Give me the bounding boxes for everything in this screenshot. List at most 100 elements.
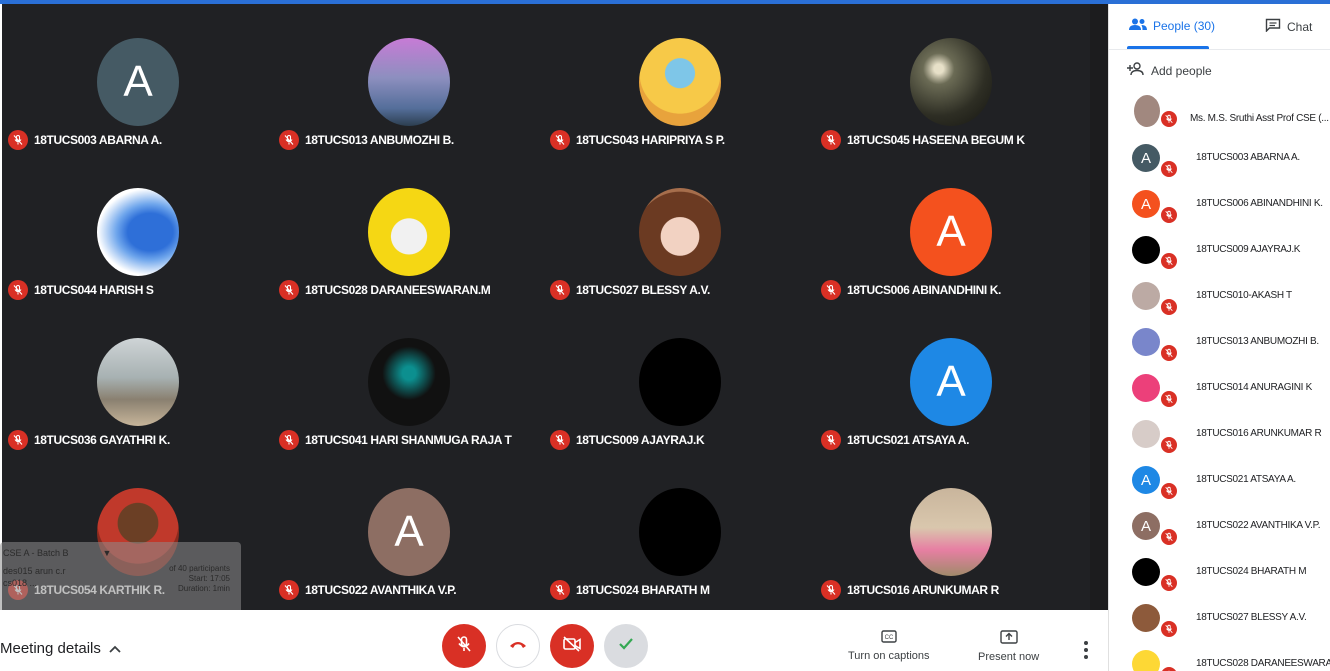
participant-list-item[interactable]: A 18TUCS003 ABARNA A.	[1109, 134, 1330, 180]
mic-muted-icon	[1160, 666, 1178, 671]
tab-people[interactable]: People (30)	[1129, 18, 1215, 33]
participant-name-row: 18TUCS027 BLESSY A.V.	[550, 280, 710, 300]
participant-list-avatar	[1134, 95, 1160, 127]
chevron-down-icon[interactable]: ▼	[103, 548, 112, 558]
participant-avatar	[368, 338, 450, 426]
participant-name-row: 18TUCS003 ABARNA A.	[8, 130, 162, 150]
participant-list-name: Ms. M.S. Sruthi Asst Prof CSE (...	[1190, 113, 1329, 124]
leave-call-button[interactable]	[496, 624, 540, 668]
mic-muted-icon	[821, 280, 841, 300]
participant-tile[interactable]: 18TUCS009 AJAYRAJ.K	[544, 304, 816, 454]
participant-tile[interactable]: 18TUCS013 ANBUMOZHI B.	[273, 4, 545, 154]
mic-muted-icon	[821, 430, 841, 450]
participant-avatar	[639, 38, 721, 126]
participant-avatar	[97, 338, 179, 426]
participant-name-row: 18TUCS044 HARISH S	[8, 280, 154, 300]
tab-chat[interactable]: Chat	[1265, 18, 1312, 35]
captions-button[interactable]: CC Turn on captions	[848, 630, 930, 662]
participant-avatar: A	[910, 338, 992, 426]
participant-list-item[interactable]: Ms. M.S. Sruthi Asst Prof CSE (...	[1109, 92, 1330, 134]
mic-off-button[interactable]	[442, 624, 486, 668]
widget-line-1: des015 arun c.r	[3, 566, 66, 576]
participant-avatar	[910, 38, 992, 126]
participant-list-item[interactable]: 18TUCS024 BHARATH M	[1109, 548, 1330, 594]
participant-tile[interactable]: A 18TUCS021 ATSAYA A.	[815, 304, 1087, 454]
participant-avatar	[97, 188, 179, 276]
mic-muted-icon	[550, 280, 570, 300]
participant-tile[interactable]: 18TUCS024 BHARATH M	[544, 454, 816, 604]
participant-name-row: 18TUCS013 ANBUMOZHI B.	[279, 130, 454, 150]
add-people-button[interactable]: Add people	[1127, 62, 1212, 79]
mic-muted-icon	[1160, 574, 1178, 592]
participant-list-item[interactable]: 18TUCS014 ANURAGINI K	[1109, 364, 1330, 410]
participant-list-item[interactable]: A 18TUCS022 AVANTHIKA V.P.	[1109, 502, 1330, 548]
participant-list-avatar	[1132, 328, 1160, 356]
participant-tile[interactable]: A 18TUCS022 AVANTHIKA V.P.	[273, 454, 545, 604]
participant-list: Ms. M.S. Sruthi Asst Prof CSE (... A 18TUC…	[1109, 92, 1330, 671]
bottom-toolbar: Meeting details CC Turn on captions Pres…	[0, 610, 1108, 671]
participant-list-avatar: A	[1132, 144, 1160, 172]
participant-list-item[interactable]: 18TUCS028 DARANEESWARA...	[1109, 640, 1330, 671]
participant-list-avatar	[1132, 236, 1160, 264]
participant-name: 18TUCS043 HARIPRIYA S P.	[576, 133, 725, 147]
camera-off-button[interactable]	[550, 624, 594, 668]
attendance-widget[interactable]: CSE A - Batch B ▼ des015 arun c.r cs018 …	[0, 542, 241, 618]
participant-tile[interactable]: A 18TUCS003 ABARNA A.	[2, 4, 274, 154]
present-label: Present now	[978, 651, 1040, 663]
participant-tile[interactable]: 18TUCS027 BLESSY A.V.	[544, 154, 816, 304]
participant-name: 18TUCS013 ANBUMOZHI B.	[305, 133, 454, 147]
more-options-icon[interactable]	[1078, 638, 1094, 662]
participant-name: 18TUCS021 ATSAYA A.	[847, 433, 970, 447]
participant-tile[interactable]: 18TUCS036 GAYATHRI K.	[2, 304, 274, 454]
meet-window: A 18TUCS003 ABARNA A. 18TUCS013 ANBUMOZHI …	[0, 4, 1330, 671]
participant-name-row: 18TUCS028 DARANEESWARAN.M	[279, 280, 491, 300]
participant-name: 18TUCS022 AVANTHIKA V.P.	[305, 583, 457, 597]
panel-tabs: People (30) Chat	[1109, 4, 1330, 50]
mic-muted-icon	[1160, 482, 1178, 500]
active-tab-indicator	[1127, 46, 1209, 49]
people-panel: People (30) Chat Add people Ms. M.S. Sru…	[1108, 4, 1330, 671]
widget-participants: of 40 participants	[169, 564, 230, 573]
participant-avatar	[639, 488, 721, 576]
participant-list-item[interactable]: 18TUCS010-AKASH T	[1109, 272, 1330, 318]
participant-tile[interactable]: 18TUCS028 DARANEESWARAN.M	[273, 154, 545, 304]
chat-icon	[1265, 18, 1281, 35]
participant-list-item[interactable]: 18TUCS013 ANBUMOZHI B.	[1109, 318, 1330, 364]
mic-muted-icon	[1160, 436, 1178, 454]
participant-list-item[interactable]: 18TUCS027 BLESSY A.V.	[1109, 594, 1330, 640]
mic-muted-icon	[8, 130, 28, 150]
mic-muted-icon	[1160, 620, 1178, 638]
participant-list-item[interactable]: 18TUCS016 ARUNKUMAR R	[1109, 410, 1330, 456]
participant-name: 18TUCS009 AJAYRAJ.K	[576, 433, 705, 447]
present-now-button[interactable]: Present now	[978, 630, 1039, 663]
participant-tile[interactable]: 18TUCS044 HARISH S	[2, 154, 274, 304]
mic-muted-icon	[550, 580, 570, 600]
chevron-up-icon	[109, 640, 121, 657]
participant-name: 18TUCS041 HARI SHANMUGA RAJA T	[305, 433, 512, 447]
participant-tile[interactable]: 18TUCS041 HARI SHANMUGA RAJA T	[273, 304, 545, 454]
participant-tile[interactable]: 18TUCS045 HASEENA BEGUM K	[815, 4, 1087, 154]
participant-avatar	[639, 188, 721, 276]
participant-tile[interactable]: 18TUCS016 ARUNKUMAR R	[815, 454, 1087, 604]
mic-muted-icon	[821, 580, 841, 600]
mic-muted-icon	[550, 130, 570, 150]
participant-tile[interactable]: A 18TUCS006 ABINANDHINI K.	[815, 154, 1087, 304]
participant-name: 18TUCS036 GAYATHRI K.	[34, 433, 170, 447]
mic-muted-icon	[8, 430, 28, 450]
participant-list-item[interactable]: A 18TUCS021 ATSAYA A.	[1109, 456, 1330, 502]
participant-list-avatar	[1132, 604, 1160, 632]
widget-line-2: cs018 ...	[3, 578, 38, 588]
camera-off-icon	[562, 635, 582, 657]
check-button[interactable]	[604, 624, 648, 668]
participant-list-avatar	[1132, 650, 1160, 671]
tab-people-label: People (30)	[1153, 18, 1216, 33]
participant-list-name: 18TUCS013 ANBUMOZHI B.	[1196, 336, 1319, 347]
participant-list-item[interactable]: 18TUCS009 AJAYRAJ.K	[1109, 226, 1330, 272]
mic-muted-icon	[1160, 206, 1178, 224]
participant-tile[interactable]: 18TUCS043 HARIPRIYA S P.	[544, 4, 816, 154]
meeting-details-button[interactable]: Meeting details	[0, 640, 121, 657]
participant-list-item[interactable]: A 18TUCS006 ABINANDHINI K.	[1109, 180, 1330, 226]
participant-name: 18TUCS028 DARANEESWARAN.M	[305, 283, 491, 297]
participant-name-row: 18TUCS036 GAYATHRI K.	[8, 430, 170, 450]
add-person-icon	[1127, 62, 1145, 79]
